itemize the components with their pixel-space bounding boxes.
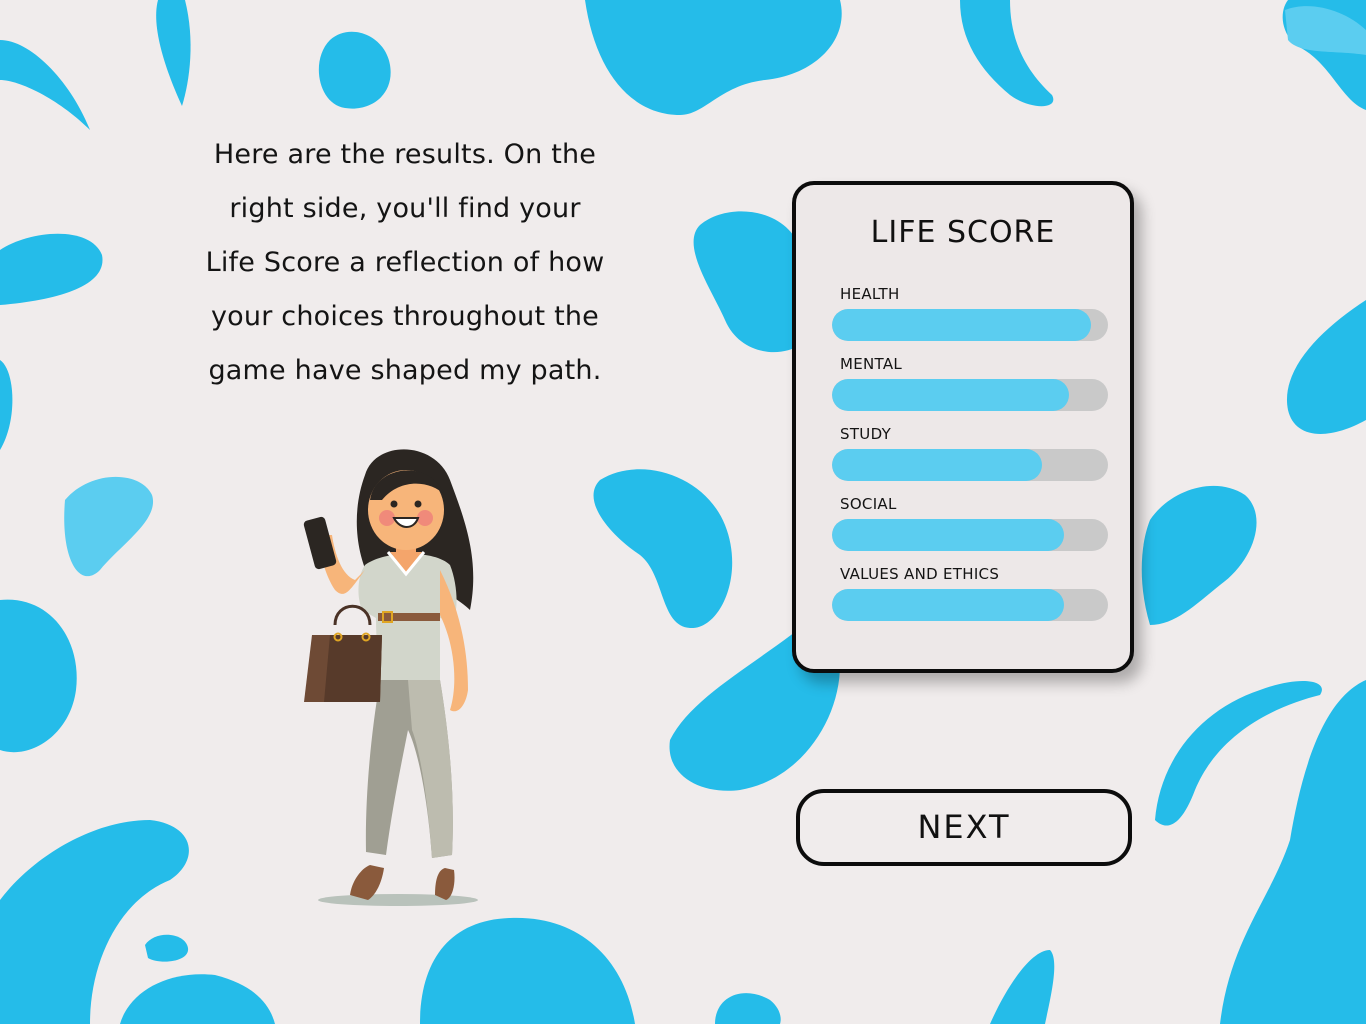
blob-shape [318,31,391,109]
stat-bar-track [832,519,1108,551]
blob-shape [990,950,1055,1024]
blob-shape [420,917,635,1024]
woman-character-illustration [303,449,478,906]
stat-label: VALUES AND ETHICS [840,565,1000,583]
blob-shape [156,0,191,106]
blob-shape [585,0,842,115]
blob-shape [1141,485,1257,625]
blob-shape [0,599,77,753]
blob-shape [593,469,733,629]
stat-bar-fill [832,589,1064,621]
stat-label: SOCIAL [840,495,897,513]
blob-shape [0,40,90,130]
intro-line: your choices throughout the [211,301,599,332]
stat-label: STUDY [840,425,892,443]
stat-bar-track [832,379,1108,411]
results-intro-text: Here are the results. On the right side,… [170,128,640,398]
stat-bar-fill [832,309,1092,341]
next-button[interactable]: NEXT [796,789,1132,866]
blob-shape [145,934,189,962]
blob-shape [120,974,275,1024]
blob-shape [64,476,154,577]
blob-shape [693,211,800,353]
blob-shape [1286,300,1366,434]
intro-line: right side, you'll find your [229,193,581,224]
stat-bar-track [832,589,1108,621]
stat-bar-fill [832,449,1042,481]
intro-line: Life Score a reflection of how [205,247,605,278]
blob-shape [1220,680,1366,1024]
intro-line: Here are the results. On the [213,139,597,170]
stat-bar-fill [832,379,1070,411]
stat-bar-track [832,309,1108,341]
stat-label: MENTAL [840,355,903,373]
life-score-title: LIFE SCORE [870,215,1056,250]
stat-bar-track [832,449,1108,481]
game-screen: Here are the results. On the right side,… [0,0,1366,1024]
stat-label: HEALTH [840,285,900,303]
stat-bar-fill [832,519,1064,551]
blob-shape [0,233,103,305]
intro-line: game have shaped my path. [208,355,602,386]
blob-shape [960,0,1054,107]
blob-shape [1155,680,1322,826]
life-score-card: LIFE SCORE HEALTH MENTAL STUDY SOCIAL VA… [792,181,1134,673]
blob-shape [0,360,13,450]
blob-shape [715,993,781,1024]
